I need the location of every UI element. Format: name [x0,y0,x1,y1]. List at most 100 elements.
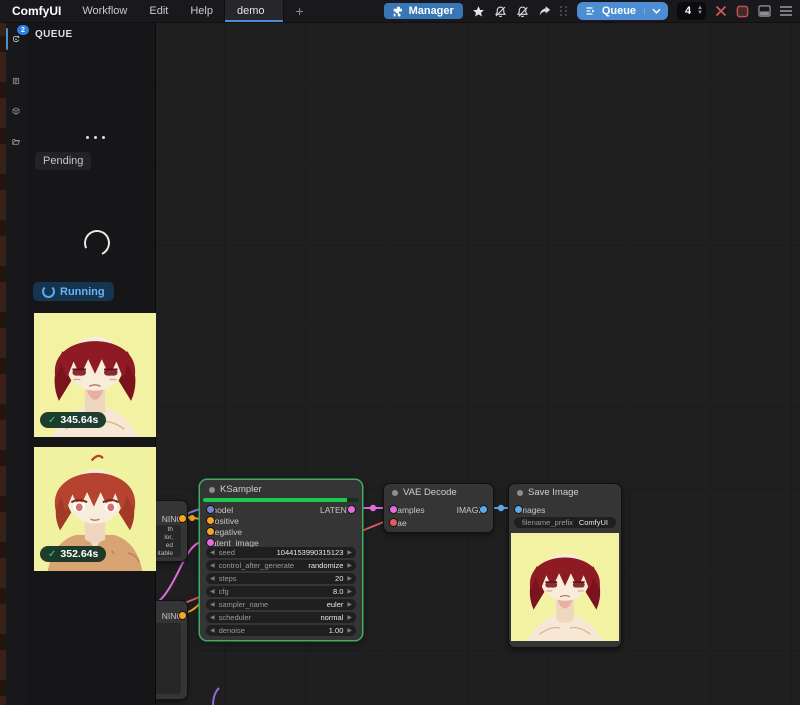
decrement-icon[interactable]: ◀ [206,614,219,621]
prompt-textarea[interactable] [155,623,181,694]
stop-square-icon [736,5,749,18]
running-status-badge: Running [33,282,114,301]
running-label: Running [60,286,105,298]
open-folder-icon [12,135,20,148]
queue-task-thumbnail[interactable]: ✓ 352.64s [34,447,156,571]
task-duration: 352.64s [60,548,98,560]
input-images[interactable]: images [518,504,545,515]
input-positive[interactable]: positive [210,515,239,526]
main-menu-button[interactable] [780,6,792,16]
input-vae[interactable]: vae [393,517,407,528]
star-icon [472,5,485,18]
menu-edit[interactable]: Edit [138,5,179,17]
hamburger-menu-icon [780,6,792,16]
stepper-arrows[interactable]: ▲▼ [697,6,703,16]
queue-panel: QUEUE Pending Running ✓ 345.64s ✓ 352.64… [26,22,156,705]
new-workflow-tab-button[interactable]: + [284,0,316,22]
queue-dropdown-caret[interactable] [644,8,668,14]
latent-port-dot[interactable] [206,538,215,547]
conditioning-output[interactable]: NING [162,610,183,621]
more-options-button[interactable] [84,134,107,141]
star-button[interactable] [472,5,485,18]
node-title: KSampler [220,484,262,495]
output-image[interactable]: IMAGE [457,504,484,515]
alerts-off-button[interactable] [516,5,529,18]
input-negative[interactable]: negative [210,526,242,537]
node-vae-decode[interactable]: VAE Decode samples vae IMAGE [383,483,494,533]
increment-icon[interactable]: ▶ [343,614,356,621]
conditioning-port-dot[interactable] [178,514,187,523]
menu-workflow[interactable]: Workflow [71,5,138,17]
cancel-run-button[interactable] [715,5,727,17]
decrement-icon[interactable]: ◀ [206,562,219,569]
node-header[interactable]: Save Image [509,484,621,501]
queue-button[interactable]: Queue [577,5,644,17]
increment-icon[interactable]: ▶ [343,601,356,608]
samples-port-dot[interactable] [389,505,398,514]
negative-port-dot[interactable] [206,527,215,536]
node-header[interactable]: VAE Decode [384,484,493,501]
menu-help[interactable]: Help [179,5,224,17]
toggle-bottom-panel-button[interactable] [758,5,771,17]
widget-cfg[interactable]: ◀ cfg 8.0 ▶ [206,586,356,597]
decrement-icon[interactable]: ◀ [206,627,219,634]
sidebar-item-node-library[interactable] [6,68,26,94]
vae-port-dot[interactable] [389,518,398,527]
widget-denoise[interactable]: ◀ denoise 1.00 ▶ [206,625,356,636]
node-collapse-dot[interactable] [517,490,523,496]
node-clip-text-encode-partial[interactable]: NING [155,600,188,700]
decrement-icon[interactable]: ◀ [206,588,219,595]
input-samples[interactable]: samples [393,504,425,515]
increment-icon[interactable]: ▶ [343,562,356,569]
loading-spinner-icon [80,226,113,259]
increment-icon[interactable]: ▶ [343,549,356,556]
prompt-textarea[interactable]: th lor, ed itable [155,525,181,557]
grip-dots-icon[interactable] [560,6,568,16]
widget-sampler-name[interactable]: ◀ sampler_name euler ▶ [206,599,356,610]
node-ksampler[interactable]: KSampler model positive negative latent_… [200,480,362,640]
chevron-down-icon[interactable]: ▼ [697,11,703,16]
decrement-icon[interactable]: ◀ [206,575,219,582]
increment-icon[interactable]: ▶ [343,588,356,595]
batch-count-value: 4 [685,5,693,17]
manager-button[interactable]: Manager [384,3,463,19]
decrement-icon[interactable]: ◀ [206,601,219,608]
queue-task-thumbnail[interactable]: ✓ 345.64s [34,313,156,437]
stop-queue-button[interactable] [736,5,749,18]
menubar: ComfyUI Workflow Edit Help demo + Manage… [0,0,800,23]
app-logo[interactable]: ComfyUI [0,4,71,18]
node-save-image[interactable]: Save Image images filename_prefix ComfyU… [508,483,622,648]
increment-icon[interactable]: ▶ [343,575,356,582]
widget-seed[interactable]: ◀ seed 1044153990315123 ▶ [206,547,356,558]
saved-image-preview[interactable] [511,533,619,641]
ellipsis-icon [86,136,89,139]
sidebar-item-workflows[interactable] [6,128,26,154]
input-model[interactable]: model [210,504,233,515]
node-collapse-dot[interactable] [209,487,215,493]
share-button[interactable] [538,5,551,18]
positive-port-dot[interactable] [206,516,215,525]
notifications-off-button[interactable] [494,5,507,18]
images-port-dot[interactable] [514,505,523,514]
node-collapse-dot[interactable] [392,490,398,496]
widget-filename-prefix[interactable]: filename_prefix ComfyUI [514,517,616,528]
conditioning-output[interactable]: NING [162,513,183,524]
sidebar-item-model-library[interactable] [6,98,26,124]
output-latent[interactable]: LATENT [320,504,352,515]
latent-output-dot[interactable] [347,505,356,514]
increment-icon[interactable]: ▶ [343,627,356,634]
widget-steps[interactable]: ◀ steps 20 ▶ [206,573,356,584]
tab-demo[interactable]: demo [225,0,284,22]
model-port-dot[interactable] [206,505,215,514]
node-header[interactable]: KSampler [201,481,361,498]
node-clip-text-encode-partial[interactable]: NING th lor, ed itable [155,500,188,562]
widget-control-after-generate[interactable]: ◀ control_after_generate randomize ▶ [206,560,356,571]
sidebar-item-queue[interactable]: 2 [6,26,26,52]
workflow-tabstrip: demo + [224,0,316,22]
image-output-dot[interactable] [479,505,488,514]
batch-count-stepper[interactable]: 4 ▲▼ [677,2,706,20]
conditioning-port-dot[interactable] [178,611,187,620]
node-graph-canvas[interactable]: NING th lor, ed itable NING KSampler [155,22,800,705]
widget-scheduler[interactable]: ◀ scheduler normal ▶ [206,612,356,623]
decrement-icon[interactable]: ◀ [206,549,219,556]
